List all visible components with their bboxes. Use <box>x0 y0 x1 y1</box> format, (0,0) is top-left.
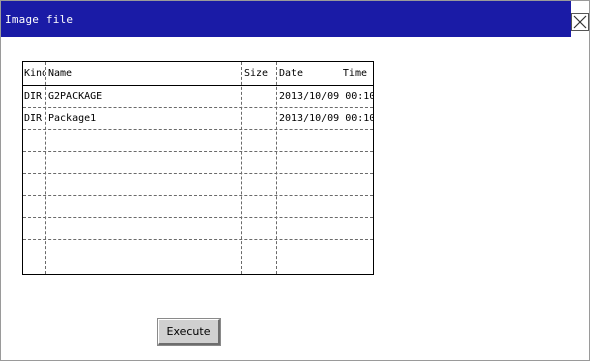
table-row[interactable] <box>23 174 373 196</box>
cell-size <box>243 86 277 107</box>
table-header-row: Kind Name Size Date Time <box>23 62 373 86</box>
column-header-name: Name <box>48 68 73 79</box>
execute-button[interactable]: Execute <box>157 318 221 346</box>
cell-datetime <box>278 174 373 195</box>
window-title: Image file <box>5 13 74 26</box>
cell-kind <box>23 130 45 151</box>
column-header-kind: Kind <box>24 68 45 79</box>
table-row[interactable] <box>23 196 373 218</box>
cell-name: Package1 <box>48 113 97 124</box>
cell-name <box>47 240 243 274</box>
cell-kind <box>23 174 45 195</box>
cell-size <box>243 130 277 151</box>
cell-name <box>47 174 243 195</box>
cell-size <box>243 108 277 129</box>
cell-kind: DIR <box>24 91 43 102</box>
column-header-time: Time <box>342 68 367 79</box>
cell-size <box>243 152 277 173</box>
close-icon <box>573 15 587 29</box>
cell-name <box>47 218 243 239</box>
cell-kind <box>23 240 45 274</box>
image-file-window: Image file Kind Name Size Date Time DIR … <box>0 0 590 361</box>
cell-datetime: 2013/10/09 00:10 <box>279 113 373 124</box>
close-button[interactable] <box>571 13 589 31</box>
column-divider <box>45 62 46 274</box>
table-row[interactable] <box>23 130 373 152</box>
column-divider <box>276 62 277 274</box>
cell-datetime <box>278 218 373 239</box>
cell-datetime <box>278 196 373 217</box>
file-list-table: Kind Name Size Date Time DIR G2PACKAGE 2… <box>22 61 374 275</box>
cell-size <box>243 196 277 217</box>
cell-datetime <box>278 152 373 173</box>
title-bar: Image file <box>1 1 571 37</box>
table-row[interactable]: DIR Package1 2013/10/09 00:10 <box>23 108 373 130</box>
column-header-size: Size <box>244 68 269 79</box>
cell-datetime: 2013/10/09 00:10 <box>279 91 373 102</box>
table-row[interactable] <box>23 240 373 274</box>
table-row[interactable] <box>23 152 373 174</box>
column-divider <box>241 62 242 274</box>
cell-name <box>47 152 243 173</box>
cell-kind <box>23 196 45 217</box>
cell-kind <box>23 218 45 239</box>
cell-size <box>243 174 277 195</box>
cell-size <box>243 218 277 239</box>
cell-kind: DIR <box>24 113 43 124</box>
cell-kind <box>23 152 45 173</box>
table-row[interactable] <box>23 218 373 240</box>
cell-name: G2PACKAGE <box>48 91 103 102</box>
cell-datetime <box>278 240 373 274</box>
cell-size <box>243 240 277 274</box>
cell-name <box>47 196 243 217</box>
table-row[interactable]: DIR G2PACKAGE 2013/10/09 00:10 <box>23 86 373 108</box>
cell-name <box>47 130 243 151</box>
cell-datetime <box>278 130 373 151</box>
